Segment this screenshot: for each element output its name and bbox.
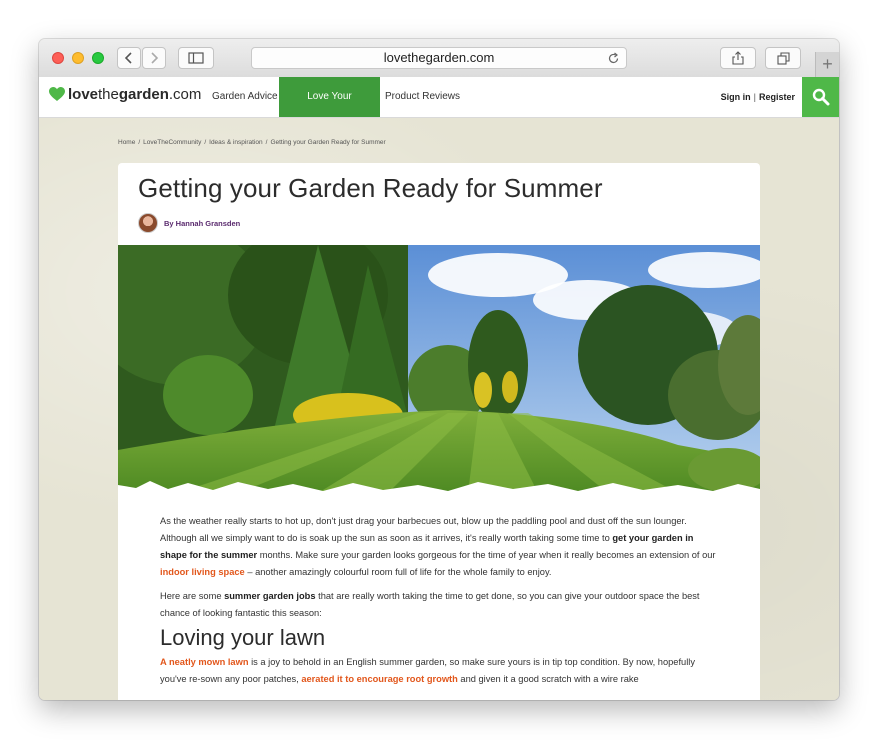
- breadcrumb-current: Getting your Garden Ready for Summer: [270, 139, 386, 146]
- heart-icon: [49, 87, 65, 101]
- hero-garden-image: [118, 245, 760, 493]
- breadcrumb-separator: /: [138, 139, 141, 146]
- author-name[interactable]: By Hannah Gransden: [164, 219, 240, 228]
- new-tab-button[interactable]: +: [815, 52, 839, 77]
- article-body: As the weather really starts to hot up, …: [160, 513, 720, 695]
- logo-text-love: love: [68, 86, 99, 103]
- sign-in-link[interactable]: Sign in: [721, 92, 751, 102]
- logo-text-garden: garden: [118, 86, 169, 103]
- url-text: lovethegarden.com: [383, 50, 495, 65]
- nav-garden-advice[interactable]: Garden Advice: [207, 77, 283, 117]
- reload-icon[interactable]: [607, 51, 620, 71]
- zoom-window-button[interactable]: [92, 52, 104, 64]
- chevron-left-icon: [124, 52, 132, 64]
- address-bar[interactable]: lovethegarden.com: [251, 47, 627, 69]
- close-window-button[interactable]: [52, 52, 64, 64]
- breadcrumb-separator: /: [204, 139, 207, 146]
- author-avatar[interactable]: [138, 213, 158, 233]
- nav-product-reviews[interactable]: Product Reviews: [380, 77, 465, 117]
- account-links: Sign in | Register: [721, 77, 795, 117]
- breadcrumb: Home / LoveTheCommunity / Ideas & inspiratio…: [118, 139, 389, 146]
- text-span: and given it a good scratch with a wire …: [457, 674, 639, 684]
- bold-text: summer garden jobs: [224, 591, 316, 601]
- section-heading-lawn: Loving your lawn: [160, 625, 326, 650]
- tabs-overview-button[interactable]: [765, 47, 801, 69]
- breadcrumb-lovethecommunity[interactable]: LoveTheCommunity: [143, 139, 201, 146]
- article-title: Getting your Garden Ready for Summer: [138, 173, 603, 203]
- article-card: Getting your Garden Ready for Summer By …: [118, 163, 760, 700]
- article-author: By Hannah Gransden: [138, 213, 240, 233]
- logo-text-the: the: [98, 86, 119, 103]
- forward-button[interactable]: [142, 47, 166, 69]
- search-icon: [812, 88, 829, 106]
- tabs-icon: [776, 51, 790, 65]
- chevron-right-icon: [151, 52, 159, 64]
- page-content: Home / LoveTheCommunity / Ideas & inspiratio…: [39, 118, 839, 700]
- breadcrumb-ideas[interactable]: Ideas & inspiration: [209, 139, 262, 146]
- paragraph-intro: As the weather really starts to hot up, …: [160, 513, 720, 581]
- site-header: love the garden .com Garden Advice Love You…: [39, 77, 839, 142]
- sidebar-button[interactable]: [178, 47, 214, 69]
- browser-toolbar: lovethegarden.com +: [39, 39, 839, 78]
- paragraph-jobs: Here are some summer garden jobs that ar…: [160, 588, 720, 622]
- text-span: Here are some: [160, 591, 225, 601]
- share-button[interactable]: [720, 47, 756, 69]
- site-logo[interactable]: love the garden .com: [49, 86, 201, 103]
- link-aerated-lawn[interactable]: aerated it to encourage root growth: [301, 674, 458, 684]
- nav-love-your-community[interactable]: Love Your Community: [279, 77, 380, 142]
- text-span: As the weather really starts to hot up, …: [160, 516, 687, 543]
- logo-text-dotcom: .com: [168, 86, 202, 103]
- breadcrumb-home[interactable]: Home: [118, 139, 135, 146]
- account-separator: |: [753, 92, 756, 102]
- link-neatly-mown-lawn[interactable]: A neatly mown lawn: [160, 657, 249, 667]
- text-span: – another amazingly colourful room full …: [244, 567, 552, 577]
- paragraph-lawn: A neatly mown lawn is a joy to behold in…: [160, 654, 720, 688]
- search-button[interactable]: [802, 77, 839, 117]
- link-indoor-living-space[interactable]: indoor living space: [160, 567, 245, 577]
- breadcrumb-separator: /: [265, 139, 268, 146]
- sidebar-icon: [188, 52, 204, 64]
- back-button[interactable]: [117, 47, 141, 69]
- register-link[interactable]: Register: [759, 92, 795, 102]
- minimize-window-button[interactable]: [72, 52, 84, 64]
- text-span: months. Make sure your garden looks gorg…: [257, 550, 716, 560]
- share-icon: [732, 51, 744, 65]
- browser-window: lovethegarden.com + love the garden .com Ga…: [39, 39, 839, 700]
- plus-icon: +: [822, 54, 833, 74]
